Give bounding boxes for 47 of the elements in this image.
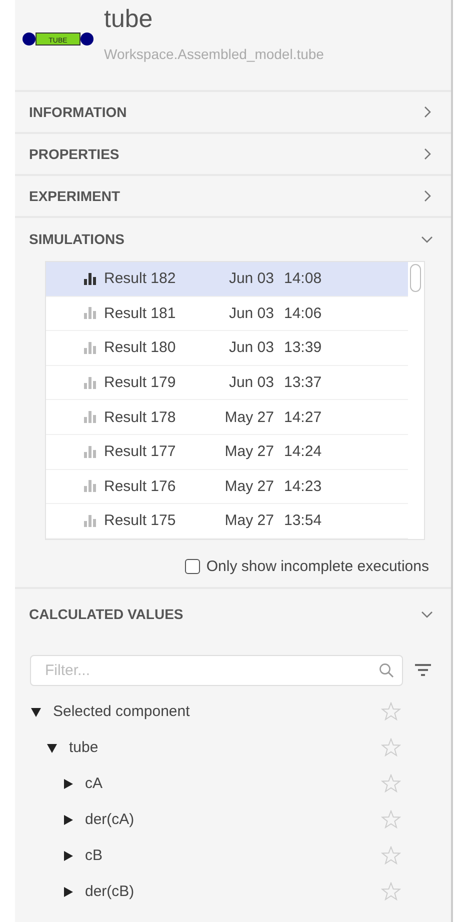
result-row[interactable]: Result 175 May 27 13:54 (46, 504, 408, 539)
filter-icon[interactable] (415, 663, 431, 678)
tree-item[interactable]: tube (69, 739, 98, 756)
tree-item[interactable]: der(cB) (85, 883, 134, 900)
section-header[interactable]: CALCULATED VALUES (15, 592, 451, 635)
bar-chart-icon (84, 411, 96, 424)
triangle-right-icon[interactable] (63, 814, 73, 825)
tree-item[interactable]: cA (85, 775, 103, 792)
checkbox-label: Only show incomplete executions (206, 558, 429, 575)
star-icon[interactable] (381, 810, 401, 830)
section-header[interactable]: SIMULATIONS (15, 218, 451, 260)
star-icon[interactable] (381, 882, 401, 902)
tree-item[interactable]: der(cA) (85, 811, 134, 828)
triangle-right-icon[interactable] (63, 886, 73, 897)
search-icon (379, 662, 394, 678)
bar-chart-icon (84, 272, 96, 285)
filter-field[interactable]: Filter... (30, 654, 403, 686)
bar-chart-icon (84, 307, 96, 320)
star-icon[interactable] (381, 774, 401, 794)
star-icon[interactable] (381, 846, 401, 866)
bar-chart-icon (84, 376, 96, 389)
result-row[interactable]: Result 178 May 27 14:27 (46, 400, 408, 435)
bar-chart-icon (84, 480, 96, 492)
component-name: tube (104, 4, 154, 34)
triangle-down-icon[interactable] (31, 706, 41, 717)
component-path: Workspace.Assembled_model.tube (104, 46, 324, 62)
star-icon[interactable] (381, 702, 401, 722)
bar-chart-icon (84, 342, 96, 354)
result-row[interactable]: Result 182 Jun 03 14:08 (46, 262, 408, 297)
result-row[interactable]: Result 176 May 27 14:23 (46, 470, 408, 504)
section-header[interactable]: PROPERTIES (15, 134, 451, 176)
result-row[interactable]: Result 181 Jun 03 14:06 (46, 296, 408, 332)
bar-chart-icon (84, 514, 96, 527)
bar-chart-icon (84, 446, 96, 458)
result-row[interactable]: Result 179 Jun 03 13:37 (46, 366, 408, 400)
tree-item[interactable]: cB (85, 847, 103, 864)
scrollbar-thumb[interactable] (410, 264, 421, 292)
triangle-right-icon[interactable] (63, 778, 73, 789)
triangle-right-icon[interactable] (63, 850, 73, 861)
result-row[interactable]: Result 180 Jun 03 13:39 (46, 331, 408, 366)
result-row[interactable]: Result 177 May 27 14:24 (46, 434, 408, 470)
star-icon[interactable] (381, 738, 401, 758)
triangle-down-icon[interactable] (47, 742, 57, 753)
section-header[interactable]: EXPERIMENT (15, 176, 451, 218)
checkbox[interactable] (185, 558, 200, 574)
tree-item[interactable]: Selected component (53, 703, 190, 720)
section-header[interactable]: INFORMATION (15, 92, 451, 134)
